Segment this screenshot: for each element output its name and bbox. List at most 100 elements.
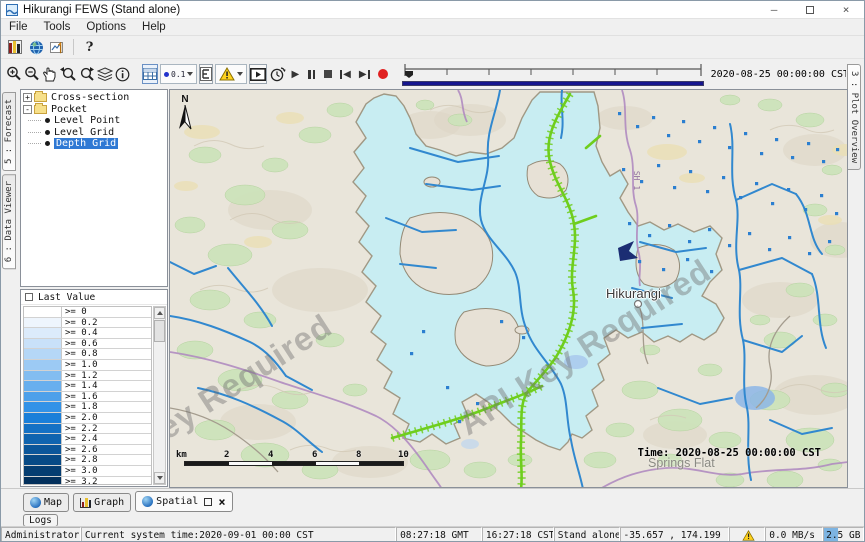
legend-icon[interactable]	[199, 64, 213, 84]
legend-row[interactable]: >= 1.2	[24, 371, 151, 382]
legend-row[interactable]: >= 2.0	[24, 413, 151, 424]
legend-row[interactable]: >= 0	[24, 307, 151, 318]
map-canvas[interactable]	[170, 90, 848, 488]
menu-help[interactable]: Help	[134, 21, 174, 33]
close-tab-icon[interactable]: ×	[218, 495, 225, 509]
legend-row[interactable]: >= 1.4	[24, 381, 151, 392]
folder-icon	[34, 105, 47, 114]
first-timestep-button[interactable]: ◀	[340, 64, 351, 84]
tab-spatial[interactable]: Spatial ×	[135, 491, 232, 512]
pause-button[interactable]	[307, 64, 316, 84]
dropdown-arrow-icon	[237, 72, 243, 76]
legend-row[interactable]: >= 2.8	[24, 455, 151, 466]
legend-row[interactable]: >= 2.2	[24, 424, 151, 435]
float-panel-icon[interactable]	[204, 498, 212, 506]
info-icon[interactable]	[115, 64, 130, 84]
status-warning[interactable]	[729, 527, 765, 542]
play-button[interactable]: ▶	[291, 64, 299, 84]
zoom-in-icon[interactable]	[6, 64, 22, 84]
animation-window-icon[interactable]	[249, 64, 267, 84]
legend-swatch	[24, 371, 62, 381]
bullet-icon	[45, 141, 50, 146]
record-button[interactable]	[378, 64, 388, 84]
menu-tools[interactable]: Tools	[36, 21, 79, 33]
collapse-icon[interactable]: -	[23, 105, 32, 114]
legend-row[interactable]: >= 3.0	[24, 466, 151, 477]
map-view[interactable]: N API Key Required API Key Required Hiku…	[169, 89, 848, 488]
zoom-next-icon[interactable]	[78, 64, 95, 84]
window-title: Hikurangi FEWS (Stand alone)	[23, 4, 180, 16]
tree-item-depth-grid[interactable]: Depth Grid	[23, 138, 167, 150]
tree-item-label: Cross-section	[51, 92, 129, 103]
legend-row[interactable]: >= 0.2	[24, 318, 151, 329]
scale-bar-segments	[184, 461, 404, 466]
warning-dropdown[interactable]	[215, 64, 247, 84]
tab-forecast[interactable]: 5 : Forecast	[2, 92, 16, 171]
legend-swatch	[24, 328, 62, 338]
legend-row[interactable]: >= 1.6	[24, 392, 151, 403]
scale-unit: km	[176, 450, 187, 460]
legend-row[interactable]: >= 3.2	[24, 477, 151, 486]
tab-map[interactable]: Map	[23, 493, 69, 512]
legend-scrollbar[interactable]	[153, 306, 166, 485]
legend-row[interactable]: >= 0.4	[24, 328, 151, 339]
menu-options[interactable]: Options	[78, 21, 134, 33]
scroll-down-arrow[interactable]	[154, 472, 165, 484]
legend-label: >= 1.8	[62, 402, 98, 412]
tab-plot-overview[interactable]: 3 : Plot Overview	[847, 64, 861, 170]
legend-swatch	[24, 455, 62, 465]
grid-display-icon[interactable]	[142, 64, 158, 84]
close-button[interactable]: ×	[828, 1, 864, 18]
status-coordinates: -35.657 , 174.199	[620, 527, 730, 542]
warning-icon	[219, 67, 235, 81]
menu-file[interactable]: File	[1, 21, 36, 33]
timeseries-chart-icon[interactable]	[48, 37, 67, 57]
maximize-icon	[806, 6, 814, 14]
zoom-out-icon[interactable]	[24, 64, 40, 84]
legend-row[interactable]: >= 0.8	[24, 349, 151, 360]
legend-row[interactable]: >= 1.8	[24, 402, 151, 413]
legend-row[interactable]: >= 0.6	[24, 339, 151, 350]
time-slider-handle[interactable]	[405, 71, 413, 78]
legend-label: >= 2.2	[62, 424, 98, 434]
tree-item-pocket[interactable]: - Pocket	[23, 104, 167, 116]
dropdown-arrow-icon	[187, 72, 193, 76]
classbreaks-dropdown[interactable]: 0.1	[160, 64, 197, 84]
tree-item-level-point[interactable]: Level Point	[23, 115, 167, 127]
tree-item-level-grid[interactable]: Level Grid	[23, 127, 167, 139]
legend-label: >= 2.6	[62, 445, 98, 455]
spatial-display-globe-icon[interactable]	[27, 37, 46, 57]
last-value-row[interactable]: Last Value	[21, 290, 167, 305]
last-timestep-button[interactable]: ▶	[359, 64, 370, 84]
pan-hand-icon[interactable]	[42, 64, 57, 84]
status-mode: Stand alone	[554, 527, 620, 542]
scroll-up-arrow[interactable]	[154, 307, 165, 319]
tab-graph[interactable]: Graph	[73, 493, 131, 512]
maximize-button[interactable]	[792, 1, 828, 18]
last-value-checkbox[interactable]	[25, 293, 33, 301]
zoom-previous-icon[interactable]	[59, 64, 76, 84]
tree-item-cross-section[interactable]: + Cross-section	[23, 92, 167, 104]
bottom-bar: Map Graph Spatial × Logs	[1, 488, 864, 526]
legend-row[interactable]: >= 2.4	[24, 434, 151, 445]
tab-data-viewer[interactable]: 6 : Data Viewer	[2, 174, 16, 269]
help-button[interactable]: ?	[80, 37, 99, 57]
legend-swatch	[24, 381, 62, 391]
layers-icon[interactable]	[97, 64, 113, 84]
time-slider-track[interactable]	[402, 63, 704, 80]
legend-row[interactable]: >= 2.6	[24, 445, 151, 456]
dot-icon	[164, 72, 169, 77]
title-bar[interactable]: Hikurangi FEWS (Stand alone) – ×	[1, 1, 864, 19]
set-time-clock-icon[interactable]	[269, 64, 286, 84]
scrollbar-thumb[interactable]	[154, 320, 165, 342]
database-viewer-icon[interactable]	[6, 37, 25, 57]
expand-icon[interactable]: +	[23, 93, 32, 102]
legend-swatch	[24, 392, 62, 402]
legend-label: >= 3.0	[62, 466, 98, 476]
last-value-label: Last Value	[38, 292, 95, 303]
legend-row[interactable]: >= 1.0	[24, 360, 151, 371]
tree-item-label: Pocket	[51, 104, 87, 115]
stop-button[interactable]	[324, 64, 332, 84]
time-slider[interactable]	[402, 63, 704, 86]
minimize-button[interactable]: –	[756, 1, 792, 18]
